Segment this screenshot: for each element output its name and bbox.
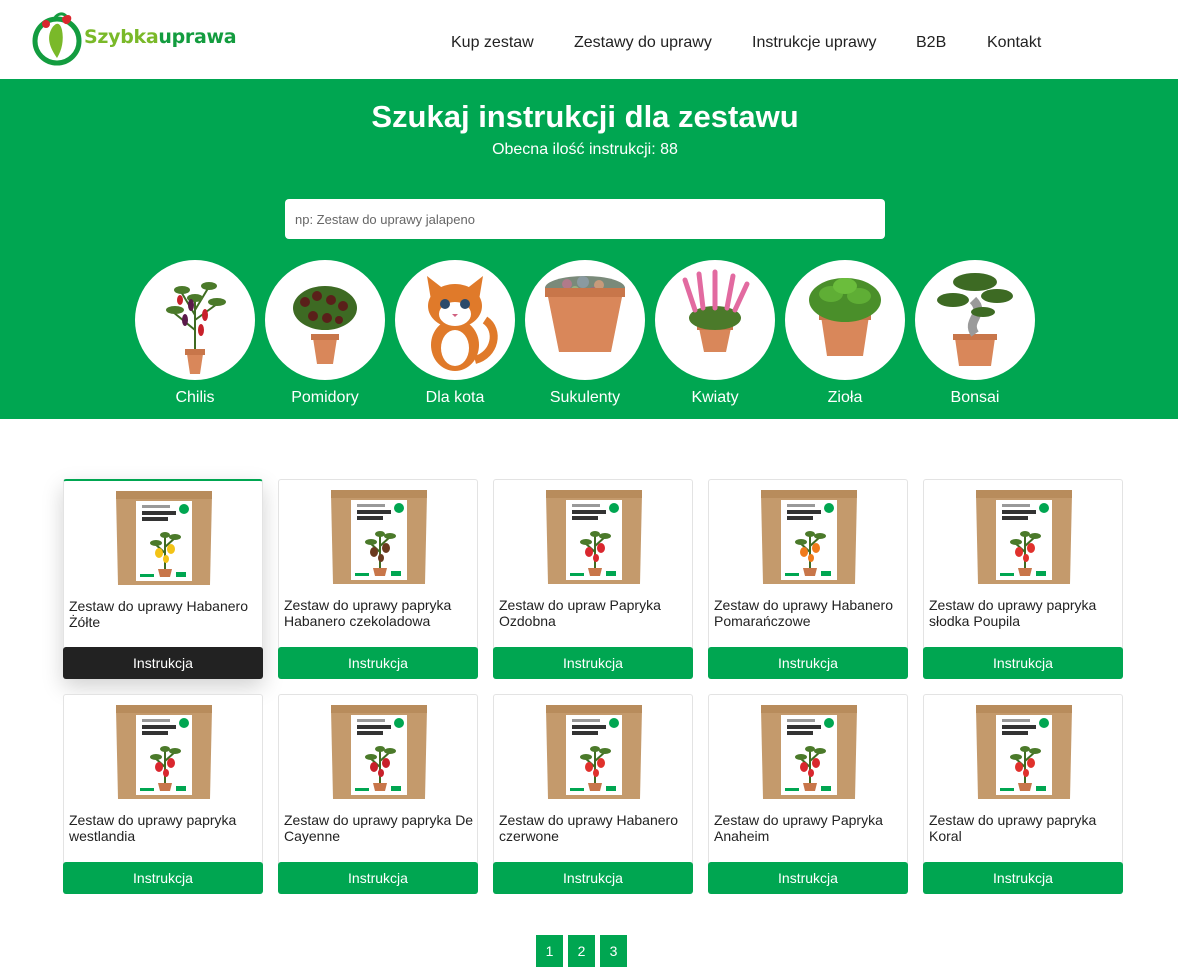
product-title: Zestaw do uprawy papryka słodka Poupila <box>929 597 1097 629</box>
product-box-image <box>331 705 427 799</box>
nav-instrukcje-uprawy[interactable]: Instrukcje uprawy <box>752 34 877 52</box>
nav-kontakt[interactable]: Kontakt <box>987 34 1041 52</box>
product-title: Zestaw do uprawy Papryka Anaheim <box>714 812 883 844</box>
nav-b2b[interactable]: B2B <box>916 34 946 52</box>
product-box-image <box>976 490 1072 584</box>
page-link-2[interactable]: 2 <box>568 935 595 967</box>
product-card[interactable]: Zestaw do uprawy papryka westlandia Instr… <box>63 694 263 894</box>
product-card[interactable]: Zestaw do uprawy Habanero Pomarańczowe In… <box>708 479 908 679</box>
flower-pot-icon <box>655 260 775 380</box>
instrukcja-button[interactable]: Instrukcja <box>63 862 263 894</box>
bonsai-icon <box>915 260 1035 380</box>
category-ziola[interactable]: Zioła <box>785 260 905 410</box>
category-sukulenty[interactable]: Sukulenty <box>525 260 645 410</box>
product-title: Zestaw do uprawy Habanero czerwone <box>499 812 678 844</box>
category-bonsai[interactable]: Bonsai <box>915 260 1035 410</box>
instrukcja-button[interactable]: Instrukcja <box>708 862 908 894</box>
instrukcja-button[interactable]: Instrukcja <box>493 862 693 894</box>
product-box-image <box>761 490 857 584</box>
category-pomidory[interactable]: Pomidory <box>265 260 385 410</box>
category-kwiaty[interactable]: Kwiaty <box>655 260 775 410</box>
product-title: Zestaw do uprawy Habanero Pomarańczowe <box>714 597 893 629</box>
site-header: Szybkauprawa Kup zestaw Zestawy do upraw… <box>0 0 1178 79</box>
herb-pot-icon <box>785 260 905 380</box>
instrukcja-button[interactable]: Instrukcja <box>278 647 478 679</box>
cat-icon <box>395 260 515 380</box>
product-title: Zestaw do uprawy papryka Habanero czekol… <box>284 597 452 629</box>
instrukcja-button[interactable]: Instrukcja <box>923 647 1123 679</box>
product-box-image <box>546 490 642 584</box>
instrukcja-button[interactable]: Instrukcja <box>923 862 1123 894</box>
product-card[interactable]: Zestaw do uprawy papryka Habanero czekol… <box>278 479 478 679</box>
nav-kup-zestaw[interactable]: Kup zestaw <box>451 34 534 52</box>
product-card[interactable]: Zestaw do upraw Papryka Ozdobna Instrukcj… <box>493 479 693 679</box>
instructions-count: Obecna ilość instrukcji: 88 <box>492 141 678 158</box>
product-card[interactable]: Zestaw do uprawy Habanero czerwone Instru… <box>493 694 693 894</box>
product-title: Zestaw do uprawy papryka westlandia <box>69 812 237 844</box>
category-label: Bonsai <box>950 389 1000 406</box>
chili-plant-icon <box>135 260 255 380</box>
tomato-plant-icon <box>265 260 385 380</box>
search-hero: Szukaj instrukcji dla zestawu Obecna ilo… <box>0 79 1178 419</box>
instrukcja-button[interactable]: Instrukcja <box>278 862 478 894</box>
product-card[interactable]: Zestaw do uprawy papryka słodka Poupila I… <box>923 479 1123 679</box>
instrukcja-button[interactable]: Instrukcja <box>63 647 263 679</box>
page-title: Szukaj instrukcji dla zestawu <box>371 99 799 134</box>
pagination: 1 2 3 <box>536 935 627 967</box>
category-chilis[interactable]: Chilis <box>135 260 255 410</box>
product-title: Zestaw do uprawy papryka Koral <box>929 812 1097 844</box>
page-link-1[interactable]: 1 <box>536 935 563 967</box>
product-box-image <box>331 490 427 584</box>
product-title: Zestaw do uprawy papryka De Cayenne <box>284 812 474 844</box>
product-card[interactable]: Zestaw do uprawy papryka De Cayenne Instr… <box>278 694 478 894</box>
main-nav: Kup zestaw Zestawy do uprawy Instrukcje … <box>0 34 1178 54</box>
product-title: Zestaw do uprawy Habanero Żółte <box>69 598 248 630</box>
succulent-pot-icon <box>525 260 645 380</box>
page-link-3[interactable]: 3 <box>600 935 627 967</box>
category-dla-kota[interactable]: Dla kota <box>395 260 515 410</box>
instrukcja-button[interactable]: Instrukcja <box>708 647 908 679</box>
product-card[interactable]: Zestaw do uprawy Habanero Żółte Instrukcj… <box>63 479 263 679</box>
search-input[interactable] <box>285 199 885 239</box>
product-card[interactable]: Zestaw do uprawy papryka Koral Instrukcja <box>923 694 1123 894</box>
product-box-image <box>976 705 1072 799</box>
instrukcja-button[interactable]: Instrukcja <box>493 647 693 679</box>
product-box-image <box>116 705 212 799</box>
product-box-image <box>546 705 642 799</box>
product-title: Zestaw do upraw Papryka Ozdobna <box>499 597 661 629</box>
product-box-image <box>116 491 212 585</box>
product-box-image <box>761 705 857 799</box>
nav-zestawy-do-uprawy[interactable]: Zestawy do uprawy <box>574 34 712 52</box>
product-card[interactable]: Zestaw do uprawy Papryka Anaheim Instrukc… <box>708 694 908 894</box>
